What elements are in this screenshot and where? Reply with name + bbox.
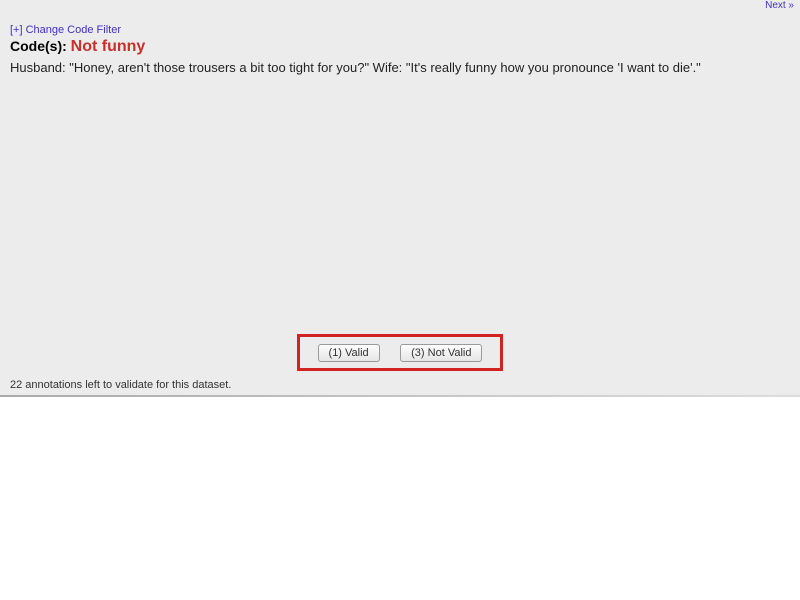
codes-label: Code(s): [10, 38, 67, 54]
vote-button-row: (1) Valid (3) Not Valid [0, 334, 800, 371]
status-text: 22 annotations left to validate for this… [10, 379, 231, 391]
not-valid-button[interactable]: (3) Not Valid [400, 344, 482, 362]
annotation-text: Husband: "Honey, aren't those trousers a… [10, 60, 790, 77]
validation-panel: Next » [+] Change Code Filter Code(s): N… [0, 0, 800, 395]
codes-line: Code(s): Not funny [10, 38, 790, 56]
valid-button[interactable]: (1) Valid [318, 344, 380, 362]
codes-value: Not funny [71, 38, 146, 55]
next-link[interactable]: Next » [765, 0, 794, 11]
vote-button-highlight: (1) Valid (3) Not Valid [297, 334, 504, 371]
panel-divider [0, 395, 800, 397]
change-code-filter-link[interactable]: [+] Change Code Filter [10, 24, 790, 36]
